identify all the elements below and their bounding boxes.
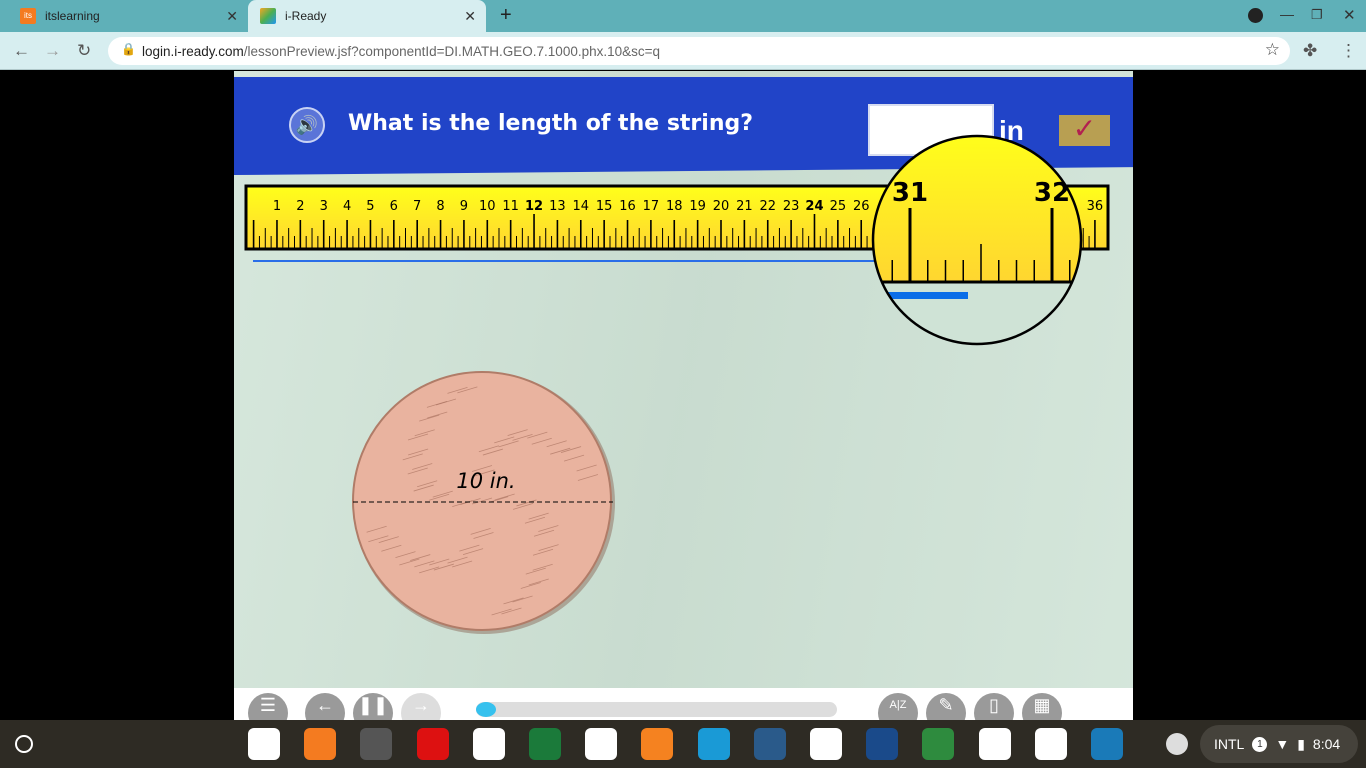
address-bar[interactable]: 🔒 login.i-ready.com/lessonPreview.jsf?co… (108, 37, 1290, 65)
ruler-number: 6 (390, 199, 398, 214)
close-icon[interactable]: ✕ (464, 8, 476, 25)
accessibility-icon[interactable] (1166, 733, 1188, 755)
ruler-number: 3 (320, 199, 328, 214)
ruler-number: 7 (413, 199, 421, 214)
ruler-number: 11 (502, 199, 519, 214)
close-icon[interactable]: ✕ (226, 8, 238, 25)
desmos-app-icon[interactable] (529, 728, 561, 760)
ruler-number: 24 (805, 199, 823, 214)
ruler-number: 17 (643, 199, 660, 214)
ruler-number: 19 (689, 199, 706, 214)
ruler-number: 21 (736, 199, 753, 214)
tab-strip: its itslearning ✕ i-Ready ✕ + — ❐ ✕ (0, 0, 1366, 32)
circle-label: 10 in. (456, 469, 516, 493)
cube-app-icon[interactable] (416, 728, 449, 760)
ruler-number: 8 (436, 199, 444, 214)
ruler-number: 36 (1087, 199, 1104, 214)
status-tray[interactable]: INTL 1 ▼ ▮ 8:04 (1200, 725, 1358, 763)
tab-search-icon[interactable] (1248, 8, 1263, 23)
lesson-stage: 🔊 What is the length of the string? in ✓… (234, 71, 1133, 719)
sora-app-icon[interactable] (697, 728, 730, 760)
its-app-icon[interactable] (304, 728, 337, 760)
ruler-number: 15 (596, 199, 613, 214)
ruler-number: 18 (666, 199, 683, 214)
ck12-app-icon[interactable] (810, 728, 842, 760)
class-app-icon[interactable] (1034, 728, 1067, 760)
reload-icon[interactable]: ↻ (77, 41, 91, 61)
url-host: login.i-ready.com (142, 43, 244, 59)
ruler-number: 25 (830, 199, 847, 214)
tab-title: i-Ready (285, 9, 327, 23)
itslearning-favicon-icon: its (20, 8, 36, 24)
classroom-app-icon[interactable] (922, 728, 955, 760)
restore-icon[interactable]: ❐ (1311, 7, 1323, 23)
ime-indicator: INTL (1214, 736, 1245, 752)
notification-count: 1 (1252, 736, 1268, 752)
extensions-icon[interactable]: ✤ (1303, 41, 1317, 61)
lock-icon: 🔒 (121, 42, 136, 56)
geogebra-app-icon[interactable] (585, 728, 618, 760)
minimize-icon[interactable]: — (1280, 6, 1294, 22)
tab-title: itslearning (45, 9, 100, 23)
ruler-number: 23 (783, 199, 800, 214)
butterfly-app-icon[interactable] (753, 728, 786, 760)
ruler-number: 5 (366, 199, 374, 214)
ruler-number: 12 (525, 199, 543, 214)
menu-icon[interactable]: ⋮ (1340, 41, 1357, 61)
ruler-number: 20 (713, 199, 730, 214)
ruler-number: 26 (853, 199, 870, 214)
ruler-number: 9 (460, 199, 468, 214)
tab-itslearning[interactable]: its itslearning ✕ (8, 0, 248, 32)
typingclub-app-icon[interactable] (866, 728, 899, 760)
new-tab-button[interactable]: + (500, 4, 512, 27)
ruler-number: 16 (619, 199, 636, 214)
drive-app-icon[interactable] (978, 728, 1011, 760)
ruler-number: 2 (296, 199, 304, 214)
bookmark-star-icon[interactable]: ☆ (1265, 40, 1280, 60)
education-app-icon[interactable] (1091, 728, 1123, 760)
camera-app-icon[interactable] (360, 728, 393, 760)
wifi-icon: ▼ (1275, 736, 1290, 752)
battery-icon: ▮ (1297, 735, 1305, 752)
close-window-icon[interactable]: ✕ (1343, 6, 1356, 24)
forward-icon[interactable]: → (44, 41, 61, 61)
ruler-number: 14 (573, 199, 590, 214)
circle-app-app-icon[interactable] (472, 728, 505, 760)
iready-favicon-icon (260, 8, 276, 24)
magnified-string (873, 292, 968, 299)
ruler-number: 1 (273, 199, 281, 214)
launcher-icon[interactable] (15, 735, 33, 753)
ruler-number: 13 (549, 199, 566, 214)
magnifier-label: 31 (892, 178, 928, 208)
share-app-icon[interactable] (641, 728, 674, 760)
tab-iready[interactable]: i-Ready ✕ (248, 0, 486, 32)
os-shelf (0, 720, 1366, 768)
chrome-app-icon[interactable] (248, 728, 280, 760)
ruler-number: 10 (479, 199, 496, 214)
back-icon[interactable]: ← (13, 41, 30, 61)
url-path: /lessonPreview.jsf?componentId=DI.MATH.G… (243, 43, 661, 59)
clock: 8:04 (1312, 736, 1341, 752)
browser-toolbar: ← → ↻ 🔒 login.i-ready.com/lessonPreview.… (0, 32, 1366, 70)
ruler-number: 4 (343, 199, 351, 214)
ruler-and-objects: 1 2 3 4 5 6 7 8 9 10 11 12 13 14 15 16 17 18 19 20 21 22 23 24 2… (244, 134, 1110, 634)
ruler-number: 22 (759, 199, 776, 214)
